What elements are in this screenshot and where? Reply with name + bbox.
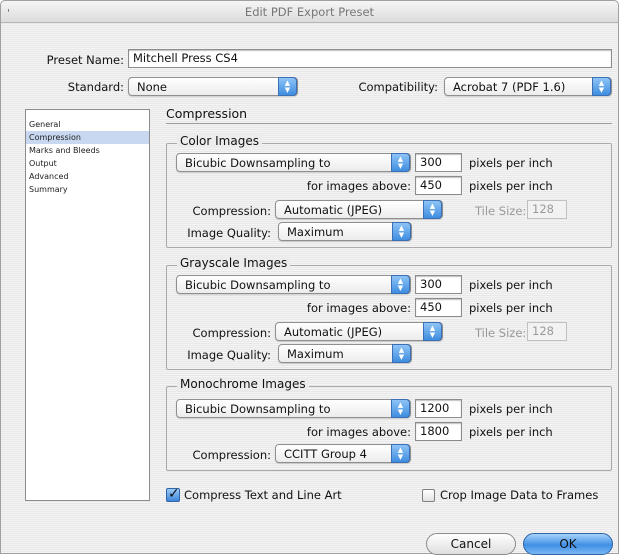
color-downsampling-value: Bicubic Downsampling to xyxy=(185,156,331,170)
popup-arrows-icon: ▲ ▼ xyxy=(391,275,410,294)
grayscale-compression-value: Automatic (JPEG) xyxy=(284,325,383,339)
sidebar-list: General Compression Marks and Bleeds Out… xyxy=(25,109,150,501)
color-tile-size-label: Tile Size: xyxy=(475,204,527,218)
grayscale-quality-label: Image Quality: xyxy=(187,348,271,362)
compress-text-checkbox[interactable] xyxy=(166,486,180,502)
color-quality-label: Image Quality: xyxy=(187,226,271,240)
mono-ppi-input[interactable]: 1200 xyxy=(415,399,462,418)
panel-divider xyxy=(166,123,612,124)
dialog-window: ' Edit PDF Export Preset Preset Name: Mi… xyxy=(0,0,619,555)
grayscale-above-unit: pixels per inch xyxy=(469,301,553,315)
popup-arrows-icon: ▲ ▼ xyxy=(391,444,410,463)
popup-arrows-icon: ▲ ▼ xyxy=(392,344,411,363)
grayscale-quality-popup[interactable]: Maximum ▲ ▼ xyxy=(278,344,412,363)
color-ppi-input[interactable]: 300 xyxy=(415,153,462,172)
crop-image-label: Crop Image Data to Frames xyxy=(440,488,599,502)
window-corner-mark: ' xyxy=(7,7,11,20)
popup-arrows-icon: ▲ ▼ xyxy=(278,77,297,96)
sidebar-item-general[interactable]: General xyxy=(26,118,149,131)
compatibility-popup[interactable]: Acrobat 7 (PDF 1.6) ▲ ▼ xyxy=(444,77,612,96)
compatibility-value: Acrobat 7 (PDF 1.6) xyxy=(453,80,566,94)
popup-arrows-icon: ▲ ▼ xyxy=(423,322,442,341)
color-downsampling-popup[interactable]: Bicubic Downsampling to ▲ ▼ xyxy=(176,153,411,172)
color-quality-value: Maximum xyxy=(287,225,344,239)
color-quality-popup[interactable]: Maximum ▲ ▼ xyxy=(278,222,412,241)
standard-value: None xyxy=(137,80,168,94)
ok-button[interactable]: OK xyxy=(523,533,613,555)
mono-above-input[interactable]: 1800 xyxy=(415,422,462,441)
grayscale-above-label: for images above: xyxy=(306,301,411,315)
mono-downsampling-value: Bicubic Downsampling to xyxy=(185,402,331,416)
window-title: Edit PDF Export Preset xyxy=(244,5,375,19)
color-above-input[interactable]: 450 xyxy=(415,176,462,195)
mono-above-unit: pixels per inch xyxy=(469,425,553,439)
mono-above-label: for images above: xyxy=(306,425,411,439)
color-images-title: Color Images xyxy=(177,134,262,148)
standard-popup[interactable]: None ▲ ▼ xyxy=(128,77,298,96)
popup-arrows-icon: ▲ ▼ xyxy=(391,399,410,418)
grayscale-tile-size-input: 128 xyxy=(527,322,567,341)
grayscale-above-input[interactable]: 450 xyxy=(415,298,462,317)
color-ppi-unit: pixels per inch xyxy=(469,156,553,170)
grayscale-ppi-unit: pixels per inch xyxy=(469,278,553,292)
title-bar: ' Edit PDF Export Preset xyxy=(1,1,618,23)
preset-name-label: Preset Name: xyxy=(46,53,124,67)
grayscale-ppi-input[interactable]: 300 xyxy=(415,275,462,294)
color-above-unit: pixels per inch xyxy=(469,179,553,193)
crop-image-checkbox[interactable] xyxy=(422,489,435,502)
popup-arrows-icon: ▲ ▼ xyxy=(423,200,442,219)
mono-compression-popup[interactable]: CCITT Group 4 ▲ ▼ xyxy=(275,444,411,463)
popup-arrows-icon: ▲ ▼ xyxy=(592,77,611,96)
mono-compression-value: CCITT Group 4 xyxy=(284,447,367,461)
grayscale-downsampling-popup[interactable]: Bicubic Downsampling to ▲ ▼ xyxy=(176,275,411,294)
mono-compression-label: Compression: xyxy=(192,448,272,462)
compress-text-label: Compress Text and Line Art xyxy=(184,488,342,502)
color-compression-value: Automatic (JPEG) xyxy=(284,203,383,217)
sidebar-item-output[interactable]: Output xyxy=(26,157,149,170)
mono-downsampling-popup[interactable]: Bicubic Downsampling to ▲ ▼ xyxy=(176,399,411,418)
sidebar-item-marks-and-bleeds[interactable]: Marks and Bleeds xyxy=(26,144,149,157)
monochrome-images-title: Monochrome Images xyxy=(177,377,309,391)
mono-ppi-unit: pixels per inch xyxy=(469,402,553,416)
grayscale-quality-value: Maximum xyxy=(287,347,344,361)
color-tile-size-input: 128 xyxy=(527,200,567,219)
panel-title: Compression xyxy=(166,106,248,121)
color-above-label: for images above: xyxy=(306,179,411,193)
grayscale-compression-popup[interactable]: Automatic (JPEG) ▲ ▼ xyxy=(275,322,443,341)
sidebar-item-compression[interactable]: Compression xyxy=(26,131,149,144)
grayscale-compression-label: Compression: xyxy=(192,326,272,340)
standard-label: Standard: xyxy=(67,80,124,94)
sidebar-item-advanced[interactable]: Advanced xyxy=(26,170,149,183)
grayscale-downsampling-value: Bicubic Downsampling to xyxy=(185,278,331,292)
color-compression-label: Compression: xyxy=(192,204,272,218)
grayscale-images-title: Grayscale Images xyxy=(177,256,291,270)
popup-arrows-icon: ▲ ▼ xyxy=(391,153,410,172)
cancel-button[interactable]: Cancel xyxy=(426,533,516,555)
popup-arrows-icon: ▲ ▼ xyxy=(392,222,411,241)
grayscale-tile-size-label: Tile Size: xyxy=(475,326,527,340)
preset-name-input[interactable]: Mitchell Press CS4 xyxy=(128,49,612,68)
sidebar-item-summary[interactable]: Summary xyxy=(26,183,149,196)
color-compression-popup[interactable]: Automatic (JPEG) ▲ ▼ xyxy=(275,200,443,219)
compatibility-label: Compatibility: xyxy=(358,80,438,94)
